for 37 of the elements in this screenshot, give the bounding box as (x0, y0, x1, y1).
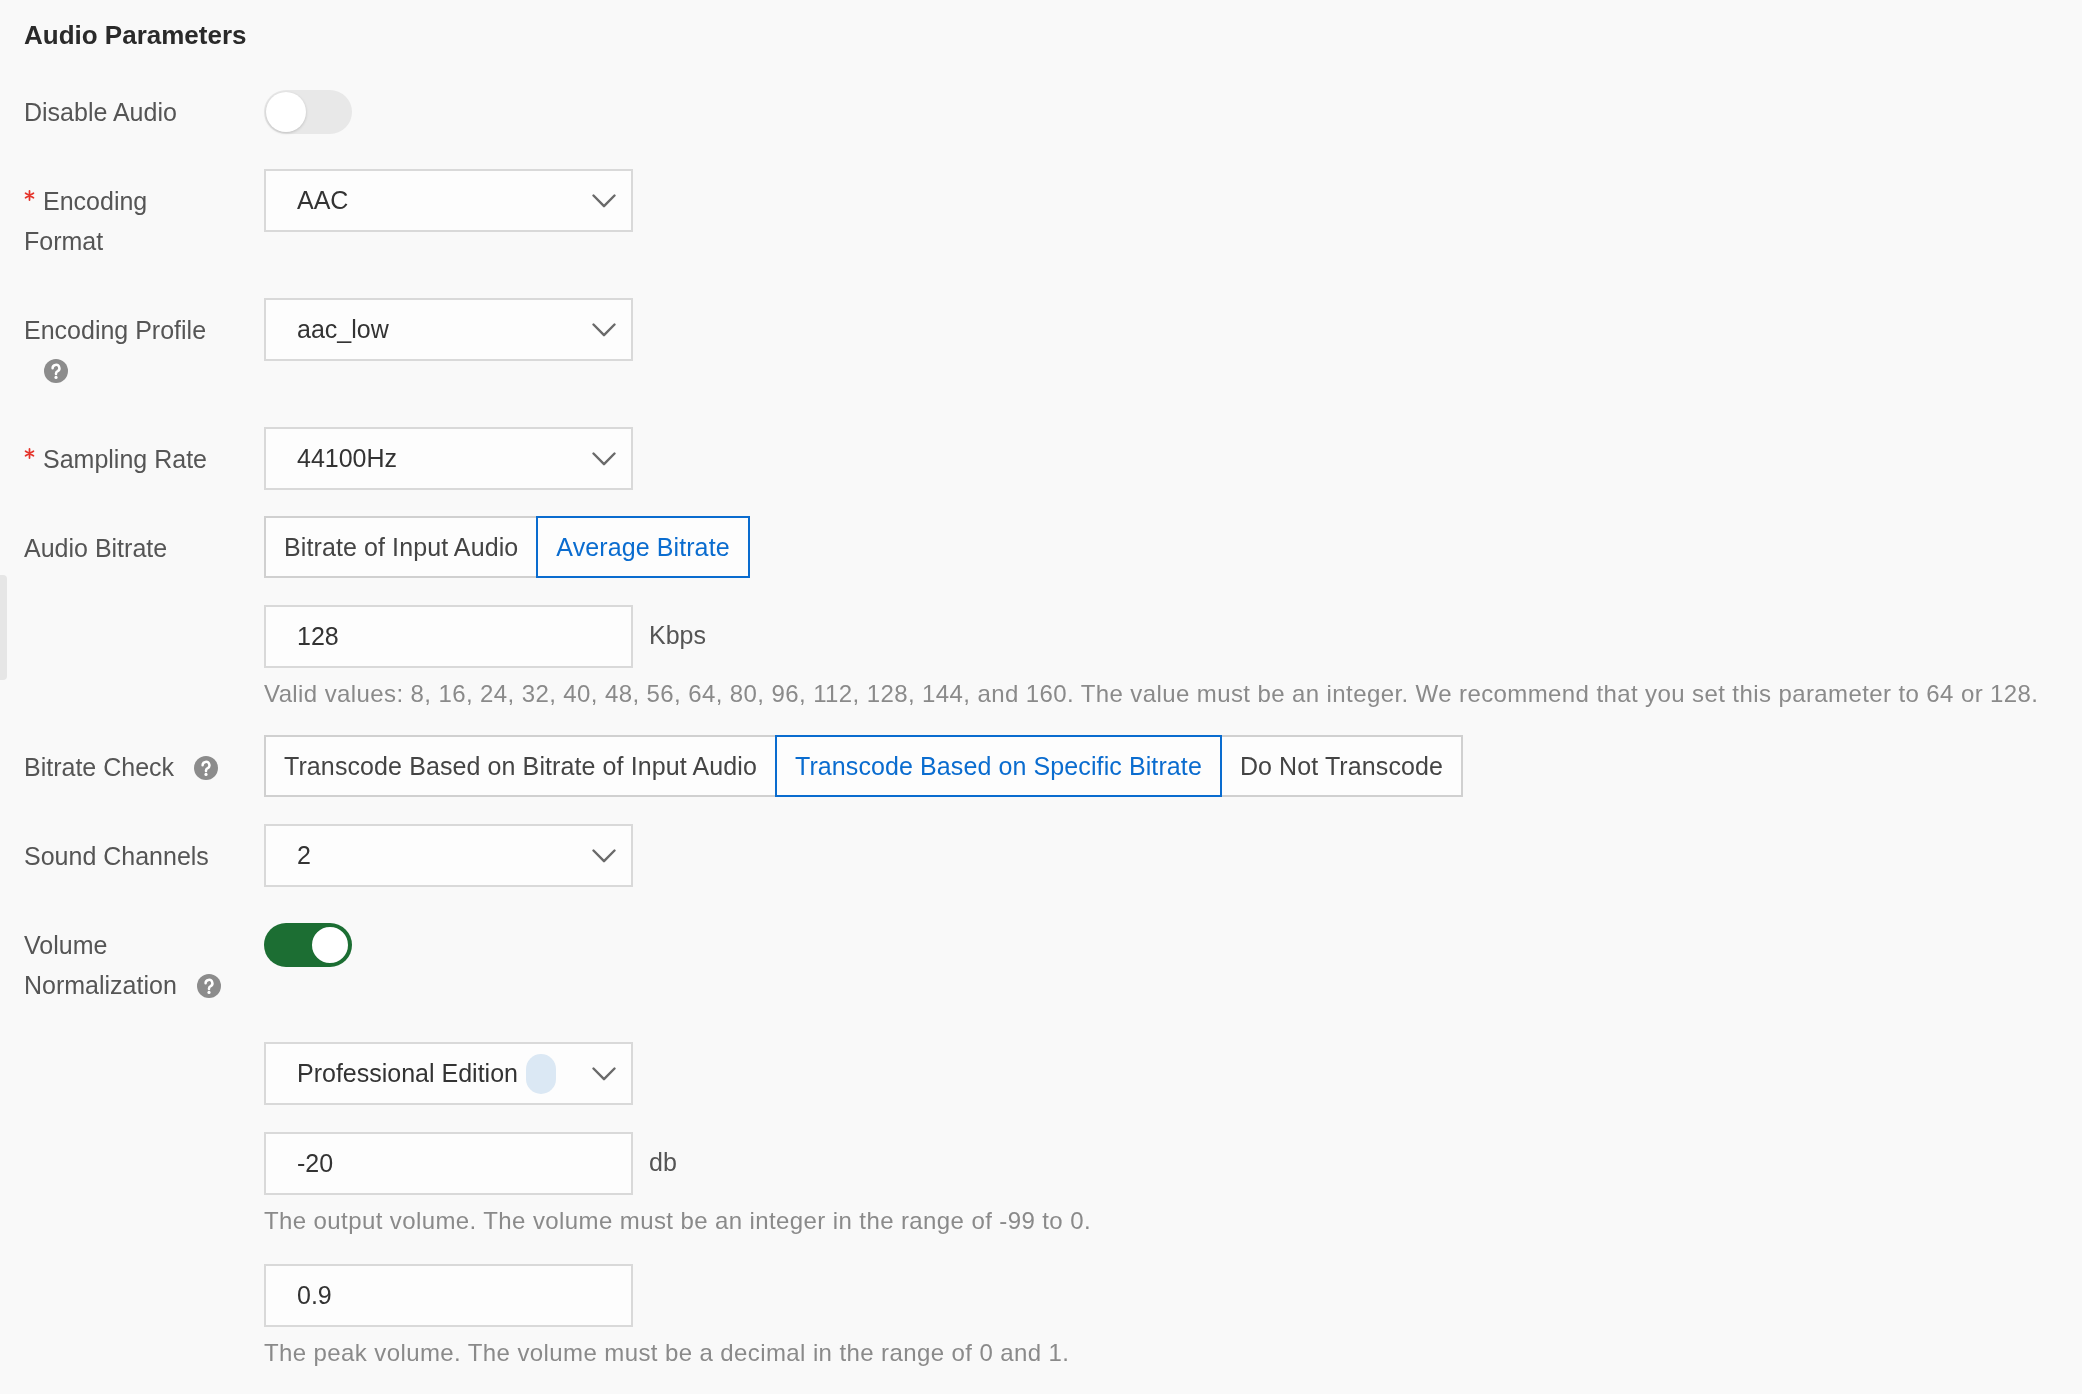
chevron-down-icon (592, 322, 616, 337)
segment-button[interactable]: Average Bitrate (536, 516, 750, 578)
hint-text: The peak volume. The volume must be a decimal in the range of 0 and 1. (264, 1338, 1070, 1368)
chevron-down-icon (592, 451, 616, 466)
dropdown[interactable]: 2 (264, 824, 633, 887)
input-field[interactable]: 0.9 (264, 1264, 633, 1327)
dropdown[interactable]: AAC (264, 169, 633, 232)
toggle-switch[interactable] (264, 89, 352, 134)
hint-text: Valid values: 8, 16, 24, 32, 40, 48, 56, 64, 80, 96, 112, 128, 144, and 160. The value must be an integer. We recommend that you set this parameter to 64 or 128. (264, 679, 2039, 709)
dropdown[interactable]: Professional Edition (264, 1042, 633, 1105)
help-icon[interactable] (196, 974, 221, 998)
field-label: Disable Audio (24, 98, 177, 126)
field-label: Sound Channels (24, 842, 209, 870)
hint-text: The output volume. The volume must be an integer in the range of -99 to 0. (264, 1206, 1091, 1236)
chevron-down-icon (592, 1066, 616, 1081)
input-field[interactable]: -20 (264, 1132, 633, 1195)
toggle-switch[interactable] (264, 922, 352, 967)
field-label: Encoding Profile (24, 316, 207, 344)
segment-button[interactable]: Bitrate of Input Audio (264, 516, 539, 578)
segment-button[interactable]: Transcode Based on Specific Bitrate (774, 735, 1222, 797)
unit-label: db (649, 1146, 677, 1177)
input-field[interactable]: 128 (264, 605, 633, 668)
dropdown[interactable]: aac_low (264, 298, 633, 361)
segment-button[interactable]: Transcode Based on Bitrate of Input Audio (264, 735, 777, 797)
dropdown[interactable]: 44100Hz (264, 427, 633, 490)
segment-button[interactable]: Do Not Transcode (1219, 735, 1463, 797)
chevron-down-icon (592, 193, 616, 208)
field-label: Volume Normalization (24, 931, 177, 999)
field-label: Bitrate Check (24, 753, 175, 781)
field-label: Encoding Format (24, 187, 148, 255)
field-label: Audio Bitrate (24, 534, 168, 562)
help-icon[interactable] (194, 756, 219, 780)
section-title: Audio Parameters (24, 19, 247, 52)
field-label: Sampling Rate (43, 445, 207, 473)
help-icon[interactable] (44, 359, 68, 383)
chevron-down-icon (592, 848, 616, 863)
unit-label: Kbps (649, 619, 706, 650)
